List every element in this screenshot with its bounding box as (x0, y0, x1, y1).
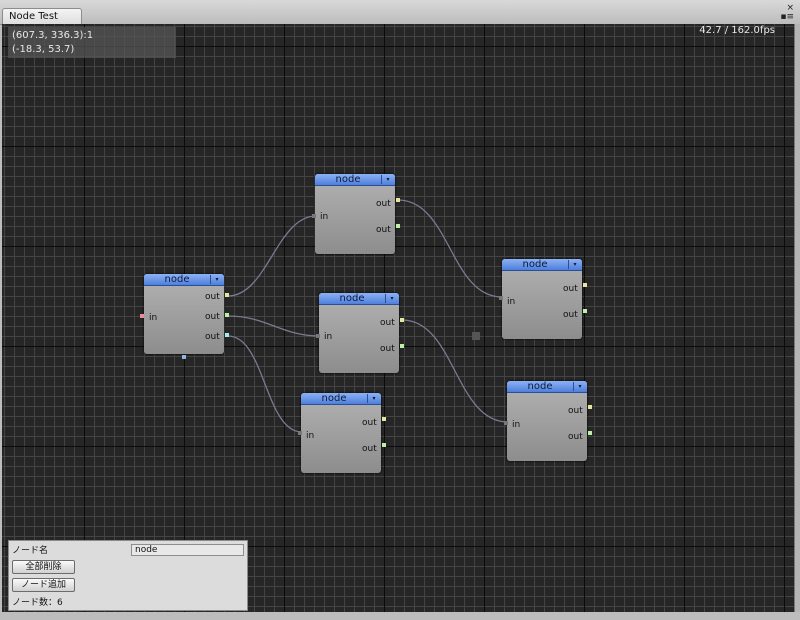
node-title: node (527, 381, 553, 392)
input-port[interactable] (499, 296, 503, 300)
delete-all-button[interactable]: 全部削除 (12, 560, 75, 574)
node-box[interactable]: node ▾ in out out (316, 293, 404, 373)
node-canvas[interactable]: (607.3, 336.3):1 (-18.3, 53.7) 42.7 / 16… (2, 24, 795, 612)
output-port-label: out (563, 310, 578, 320)
input-port[interactable] (504, 421, 508, 425)
node-box[interactable]: node ▾ in out out (298, 393, 386, 473)
input-port[interactable] (312, 214, 316, 218)
window-controls: × ▪≡ (780, 4, 794, 22)
canvas-marker (472, 332, 480, 340)
editor-window: Node Test × ▪≡ (607.3, 336.3):1 (-18.3, … (0, 0, 800, 620)
input-port-label: in (320, 212, 329, 222)
output-port[interactable] (588, 405, 592, 409)
output-port[interactable] (583, 309, 587, 313)
wire (397, 199, 503, 298)
node-header[interactable]: node ▾ (507, 381, 587, 393)
output-port[interactable] (225, 293, 229, 297)
dropdown-arrow-icon[interactable]: ▾ (381, 175, 394, 184)
node-title: node (321, 393, 347, 404)
node-title: node (164, 274, 190, 285)
output-port-label: out (205, 332, 220, 342)
output-port[interactable] (588, 431, 592, 435)
node-title: node (335, 174, 361, 185)
add-node-button[interactable]: ノード追加 (12, 578, 75, 592)
node-header[interactable]: node ▾ (315, 174, 395, 186)
node-header[interactable]: node ▾ (502, 259, 582, 271)
node-box[interactable]: node ▾ in out out out (140, 274, 229, 359)
node-header[interactable]: node ▾ (301, 393, 381, 405)
dropdown-arrow-icon[interactable]: ▾ (568, 260, 581, 269)
output-port[interactable] (225, 313, 229, 317)
output-port[interactable] (400, 344, 404, 348)
node-name-label: ノード名 (12, 546, 49, 556)
node-box[interactable]: node ▾ in out out (312, 174, 400, 254)
node-header[interactable]: node ▾ (319, 293, 399, 305)
output-port[interactable] (396, 224, 400, 228)
node-title: node (339, 293, 365, 304)
bottom-port[interactable] (182, 355, 186, 359)
output-port-label: out (380, 344, 395, 354)
output-port[interactable] (382, 443, 386, 447)
input-port-label: in (149, 313, 158, 323)
output-port-label: out (205, 292, 220, 302)
scrollbar[interactable] (794, 24, 800, 612)
dropdown-arrow-icon[interactable]: ▾ (367, 394, 380, 403)
output-port-label: out (376, 225, 391, 235)
input-port-label: in (324, 332, 333, 342)
node-count: ノード数：6 (12, 598, 63, 608)
tab-bar: Node Test × ▪≡ (0, 0, 800, 25)
output-port-label: out (205, 312, 220, 322)
output-port-label: out (380, 318, 395, 328)
coordinate-readout: (607.3, 336.3):1 (-18.3, 53.7) (8, 27, 176, 58)
output-port[interactable] (400, 318, 404, 322)
fps-counter: 42.7 / 162.0fps (699, 25, 775, 36)
output-port-label: out (563, 284, 578, 294)
offset-coordinate: (-18.3, 53.7) (12, 44, 75, 55)
dropdown-arrow-icon[interactable]: ▾ (210, 275, 223, 284)
tab-node-test[interactable]: Node Test (2, 8, 82, 24)
input-port[interactable] (140, 314, 144, 318)
output-port-label: out (376, 199, 391, 209)
node-name-input[interactable] (131, 544, 244, 556)
output-port[interactable] (583, 283, 587, 287)
mouse-coordinate: (607.3, 336.3):1 (12, 30, 94, 41)
node-title: node (522, 259, 548, 270)
dropdown-arrow-icon[interactable]: ▾ (385, 294, 398, 303)
wire (401, 319, 509, 423)
wire (227, 315, 321, 337)
control-panel: ノード名 全部削除 ノード追加 ノード数：6 (8, 540, 248, 611)
input-port-label: in (507, 297, 516, 307)
input-port-label: in (512, 420, 521, 430)
input-port[interactable] (298, 431, 302, 435)
wire (227, 335, 303, 433)
output-port[interactable] (225, 333, 229, 337)
output-port-label: out (568, 406, 583, 416)
output-port-label: out (362, 418, 377, 428)
wire (227, 215, 317, 297)
menu-icon[interactable]: ▪≡ (780, 13, 794, 22)
output-port[interactable] (396, 198, 400, 202)
output-port[interactable] (382, 417, 386, 421)
output-port-label: out (568, 432, 583, 442)
node-box[interactable]: node ▾ in out out (499, 259, 587, 339)
node-header[interactable]: node ▾ (144, 274, 224, 286)
input-port[interactable] (316, 334, 320, 338)
input-port-label: in (306, 431, 315, 441)
node-box[interactable]: node ▾ in out out (504, 381, 592, 461)
dropdown-arrow-icon[interactable]: ▾ (573, 382, 586, 391)
output-port-label: out (362, 444, 377, 454)
